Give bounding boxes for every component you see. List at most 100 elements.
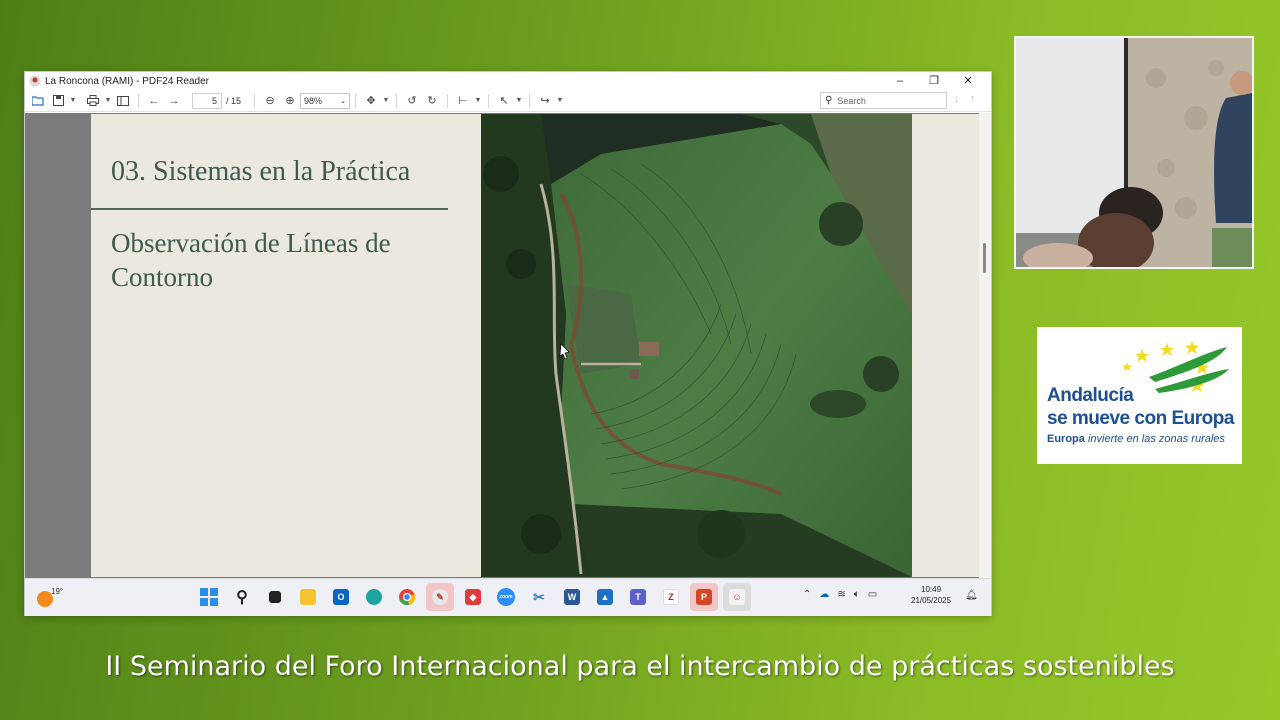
chrome-button[interactable] <box>393 583 421 611</box>
folder-icon <box>300 589 316 605</box>
windows-taskbar: 19° ⚲ O ✎ ◆ zoom ✂ W ▲ T Z P ☺ ⌃ ☁ ≋ 🔈︎ … <box>25 578 991 616</box>
fit-dropdown-icon[interactable]: ▼ <box>474 92 482 110</box>
rotate-left-icon[interactable]: ↺ <box>405 92 419 110</box>
volume-icon[interactable]: 🔈︎ <box>854 589 860 600</box>
pdf-reader-window: La Roncona (RAMI) - PDF24 Reader – ❐ ✕ ▼… <box>24 71 992 616</box>
zoom-out-icon[interactable]: ⊖ <box>263 92 277 110</box>
pdf24-button[interactable]: ✎ <box>426 583 454 611</box>
open-folder-icon[interactable] <box>31 92 45 110</box>
anydesk-icon: ◆ <box>465 589 481 605</box>
word-icon: W <box>564 589 580 605</box>
edge-button[interactable] <box>360 583 388 611</box>
cursor-dropdown-icon[interactable]: ▼ <box>515 92 523 110</box>
title-divider <box>91 208 448 210</box>
document-viewport[interactable]: 03. Sistemas en la Práctica Observación … <box>25 113 991 578</box>
powerpoint-button[interactable]: P <box>690 583 718 611</box>
page-number-input[interactable]: 5 <box>192 92 222 109</box>
edge-icon <box>366 589 382 605</box>
move-tool-icon[interactable]: ✥ <box>364 92 378 110</box>
wifi-icon[interactable]: ≋ <box>837 589 845 600</box>
toolbar-separator <box>355 93 357 108</box>
paint-icon: ▲ <box>597 589 613 605</box>
print-dropdown-icon[interactable]: ▼ <box>104 92 112 110</box>
toolbar-separator <box>396 93 398 108</box>
section-title: 03. Sistemas en la Práctica <box>111 156 411 187</box>
clock-time: 10:49 <box>921 585 942 594</box>
search-icon: ⚲ <box>825 95 833 106</box>
task-view-icon <box>269 591 281 603</box>
zoom-button[interactable]: zoom <box>492 583 520 611</box>
zoom-in-icon[interactable]: ⊕ <box>283 92 297 110</box>
outlook-button[interactable]: O <box>327 583 355 611</box>
toolbar: ▼ ▼ ← → 5 / 15 ⊖ ⊕ 98% ⌄ ✥ ▼ ↺ ↻ ⊢ ▼ ↖ ▼… <box>25 90 991 112</box>
scissors-icon: ✂ <box>533 588 545 605</box>
logo-europa-italic: invierte en las zonas rurales <box>1087 433 1225 445</box>
pdf24-reader-button[interactable]: ☺ <box>723 583 751 611</box>
toolbar-separator <box>447 93 449 108</box>
toolbar-separator <box>254 93 256 108</box>
search-previous-icon[interactable]: ↑ <box>970 93 976 105</box>
onedrive-icon[interactable]: ☁ <box>819 589 829 600</box>
toolbar-separator <box>138 93 139 108</box>
seminar-caption: II Seminario del Foro Internacional para… <box>105 651 1175 682</box>
search-button[interactable]: ⚲ <box>228 583 256 611</box>
previous-page-icon[interactable]: ← <box>147 92 161 110</box>
filezilla-button[interactable]: Z <box>657 583 685 611</box>
teams-button[interactable]: T <box>624 583 652 611</box>
save-dropdown-icon[interactable]: ▼ <box>69 92 77 110</box>
slide-subtitle: Observación de Líneas de Contorno <box>111 228 391 292</box>
chevron-up-icon[interactable]: ⌃ <box>803 589 811 600</box>
logo-europa-bold: Europa <box>1047 433 1085 445</box>
fit-width-icon[interactable]: ⊢ <box>456 92 470 110</box>
pdf24-icon: ✎ <box>432 589 448 605</box>
file-explorer-button[interactable] <box>294 583 322 611</box>
clock-date: 21/05/2025 <box>911 596 952 605</box>
paint-button[interactable]: ▲ <box>591 583 619 611</box>
search-input[interactable]: ⚲ Search <box>820 92 947 109</box>
title-bar: La Roncona (RAMI) - PDF24 Reader – ❐ ✕ <box>25 72 991 90</box>
share-dropdown-icon[interactable]: ▼ <box>556 92 564 110</box>
maximize-button[interactable]: ❐ <box>917 72 951 90</box>
anydesk-button[interactable]: ◆ <box>459 583 487 611</box>
task-view-button[interactable] <box>261 583 289 611</box>
weather-widget[interactable]: 19° <box>37 587 63 607</box>
share-icon[interactable]: ↪ <box>538 92 552 110</box>
aerial-photo <box>481 114 912 577</box>
zoom-select[interactable]: 98% ⌄ <box>300 92 351 109</box>
window-title: La Roncona (RAMI) - PDF24 Reader <box>45 75 209 87</box>
system-tray: ⌃ ☁ ≋ 🔈︎ ▭ <box>803 589 877 600</box>
toolbar-separator <box>488 93 490 108</box>
next-page-icon[interactable]: → <box>167 92 181 110</box>
select-cursor-icon[interactable]: ↖ <box>497 92 511 110</box>
search-placeholder: Search <box>837 95 866 106</box>
notification-bell-icon[interactable]: 🔔︎ <box>965 590 978 601</box>
vertical-scrollbar[interactable] <box>979 113 991 578</box>
logo-text-andalucia: Andalucía <box>1047 385 1134 406</box>
snipping-tool-button[interactable]: ✂ <box>525 583 553 611</box>
slide-text-panel: 03. Sistemas en la Práctica Observación … <box>91 114 481 577</box>
sidebar-toggle-icon[interactable] <box>116 92 130 110</box>
andalucia-europa-logo: Andalucía se mueve con Europa Europa inv… <box>1037 327 1242 464</box>
search-next-icon[interactable]: ↓ <box>954 93 960 105</box>
filezilla-icon: Z <box>663 589 679 605</box>
print-icon[interactable] <box>86 92 100 110</box>
pdf24-reader-icon: ☺ <box>729 589 745 605</box>
move-dropdown-icon[interactable]: ▼ <box>382 92 390 110</box>
start-button[interactable] <box>195 583 223 611</box>
save-icon[interactable] <box>51 92 65 110</box>
zoom-value: 98% <box>304 95 323 106</box>
logo-text-se-mueve: se mueve con Europa <box>1047 408 1234 429</box>
scrollbar-thumb[interactable] <box>983 243 986 273</box>
minimize-button[interactable]: – <box>883 72 917 90</box>
close-button[interactable]: ✕ <box>951 72 985 90</box>
page-total: / 15 <box>226 95 242 106</box>
word-button[interactable]: W <box>558 583 586 611</box>
battery-icon[interactable]: ▭ <box>868 589 877 600</box>
teams-icon: T <box>630 589 646 605</box>
pdf-page: 03. Sistemas en la Práctica Observación … <box>91 114 979 577</box>
search-icon: ⚲ <box>236 589 248 606</box>
rotate-right-icon[interactable]: ↻ <box>425 92 439 110</box>
system-clock[interactable]: 10:49 21/05/2025 <box>911 584 951 606</box>
outlook-icon: O <box>333 589 349 605</box>
toolbar-separator <box>529 93 531 108</box>
